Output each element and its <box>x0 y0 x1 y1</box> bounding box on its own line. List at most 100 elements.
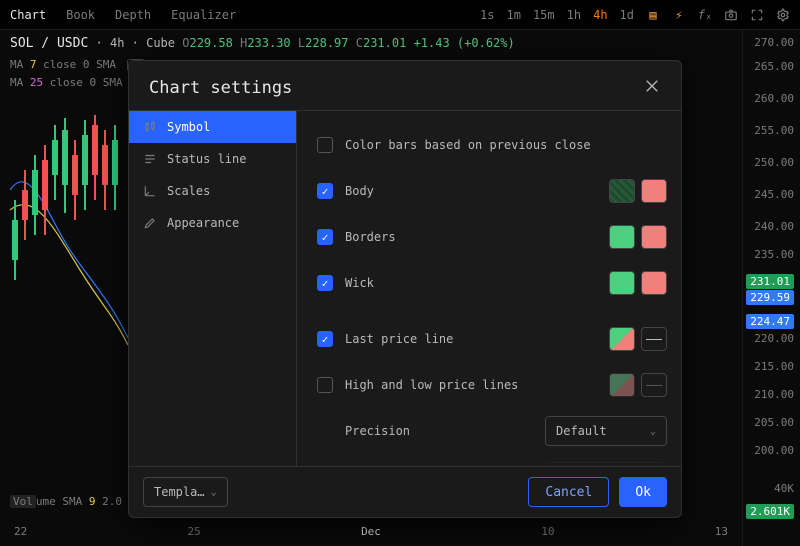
price-tick: 270.00 <box>754 36 794 49</box>
fullscreen-icon[interactable] <box>750 8 764 22</box>
sidebar-item-symbol[interactable]: Symbol <box>129 111 296 143</box>
template-button[interactable]: Templa… ⌄ <box>143 477 228 507</box>
interval-1m[interactable]: 1m <box>507 8 521 22</box>
checkbox[interactable] <box>317 377 333 393</box>
ma25-line: MA 25 close 0 SMA <box>10 76 123 89</box>
ma-price-tag: 229.59 <box>746 290 794 305</box>
alert-icon[interactable]: ⚡ <box>672 8 686 22</box>
interval-1d[interactable]: 1d <box>620 8 634 22</box>
indicators-icon[interactable]: ▤ <box>646 8 660 22</box>
tab-depth[interactable]: Depth <box>115 8 151 22</box>
checkbox[interactable] <box>317 183 333 199</box>
modal-header: Chart settings <box>129 61 681 111</box>
option-label: Precision <box>345 424 533 438</box>
sidebar-item-status-line[interactable]: Status line <box>129 143 296 175</box>
sidebar-item-appearance[interactable]: Appearance <box>129 207 296 239</box>
fx-icon[interactable]: fₓ <box>698 8 712 22</box>
option-color-prev-close[interactable]: Color bars based on previous close <box>317 129 673 161</box>
xtick: 13 <box>715 525 728 538</box>
price-tick: 210.00 <box>754 388 794 401</box>
close-icon[interactable] <box>643 77 661 98</box>
option-timezone: Timezone UTC ⌄ <box>317 461 673 466</box>
modal-sidebar: Symbol Status line Scales Appearance <box>129 111 297 466</box>
price-tick: 255.00 <box>754 124 794 137</box>
vol-tick: 40K <box>774 482 794 495</box>
last-price-tag: 231.01 <box>746 274 794 289</box>
option-precision: Precision Default ⌄ <box>317 415 673 447</box>
ohlc-open: 229.58 <box>189 36 232 50</box>
option-last-price-line: Last price line <box>317 323 673 355</box>
modal-title: Chart settings <box>149 78 292 98</box>
pencil-icon <box>143 216 157 230</box>
checkbox[interactable] <box>317 275 333 291</box>
interval-4h[interactable]: 4h <box>593 8 607 22</box>
ticker-line: SOL / USDC · 4h · Cube O229.58 H233.30 L… <box>10 36 515 51</box>
modal-content: Color bars based on previous close Body … <box>297 111 681 466</box>
price-tick: 265.00 <box>754 60 794 73</box>
option-label: Last price line <box>345 332 597 346</box>
color-swatch-combo[interactable] <box>609 327 635 351</box>
line-style-select[interactable] <box>641 327 667 351</box>
axes-icon <box>143 184 157 198</box>
option-borders: Borders <box>317 221 673 253</box>
checkbox[interactable] <box>317 331 333 347</box>
color-swatch-up[interactable] <box>609 225 635 249</box>
color-swatch-up[interactable] <box>609 179 635 203</box>
candles-icon <box>143 120 157 134</box>
option-label: High and low price lines <box>345 378 597 392</box>
option-label: Body <box>345 184 597 198</box>
price-tick: 260.00 <box>754 92 794 105</box>
price-tick: 220.00 <box>754 332 794 345</box>
option-label: Color bars based on previous close <box>345 138 673 152</box>
xtick: 10 <box>541 525 554 538</box>
select-value: Default <box>556 424 607 438</box>
checkbox[interactable] <box>317 137 333 153</box>
color-swatch-down[interactable] <box>641 271 667 295</box>
price-tick: 215.00 <box>754 360 794 373</box>
option-label: Wick <box>345 276 597 290</box>
price-tick: 240.00 <box>754 220 794 233</box>
price-axis[interactable]: 270.00 265.00 260.00 255.00 250.00 245.0… <box>742 30 800 546</box>
ohlc-change: +1.43 <box>414 36 450 50</box>
ohlc-high: 233.30 <box>247 36 290 50</box>
tab-equalizer[interactable]: Equalizer <box>171 8 236 22</box>
settings-icon[interactable] <box>776 8 790 22</box>
market-label: Cube <box>146 36 175 50</box>
cancel-button[interactable]: Cancel <box>528 477 609 507</box>
xtick: 22 <box>14 525 27 538</box>
interval-label: 4h <box>110 36 124 50</box>
precision-select[interactable]: Default ⌄ <box>545 416 667 446</box>
chart-settings-modal: Chart settings Symbol Status line <box>128 60 682 518</box>
tab-book[interactable]: Book <box>66 8 95 22</box>
checkbox[interactable] <box>317 229 333 245</box>
color-swatch-combo[interactable] <box>609 373 635 397</box>
ma-price-tag: 224.47 <box>746 314 794 329</box>
ok-button[interactable]: Ok <box>619 477 667 507</box>
sidebar-item-scales[interactable]: Scales <box>129 175 296 207</box>
price-tick: 235.00 <box>754 248 794 261</box>
color-swatch-down[interactable] <box>641 225 667 249</box>
xtick: 25 <box>188 525 201 538</box>
timezone-select[interactable]: UTC ⌄ <box>545 462 667 466</box>
ohlc-pct: (+0.62%) <box>457 36 515 50</box>
ohlc-low: 228.97 <box>305 36 348 50</box>
line-style-select[interactable] <box>641 373 667 397</box>
volume-label: VolVolumeume SMA 9 2.0 <box>10 495 122 508</box>
interval-1s[interactable]: 1s <box>480 8 494 22</box>
top-bar: Chart Book Depth Equalizer 1s 1m 15m 1h … <box>0 0 800 30</box>
template-label: Templa… <box>154 485 205 499</box>
ohlc-close: 231.01 <box>363 36 406 50</box>
color-swatch-down[interactable] <box>641 179 667 203</box>
sidebar-item-label: Status line <box>167 152 246 166</box>
camera-icon[interactable] <box>724 8 738 22</box>
xtick: Dec <box>361 525 381 538</box>
chevron-down-icon: ⌄ <box>650 426 656 437</box>
interval-1h[interactable]: 1h <box>567 8 581 22</box>
option-wick: Wick <box>317 267 673 299</box>
interval-15m[interactable]: 15m <box>533 8 555 22</box>
price-tick: 245.00 <box>754 188 794 201</box>
lines-icon <box>143 152 157 166</box>
tab-chart[interactable]: Chart <box>10 8 46 22</box>
color-swatch-up[interactable] <box>609 271 635 295</box>
sidebar-item-label: Appearance <box>167 216 239 230</box>
